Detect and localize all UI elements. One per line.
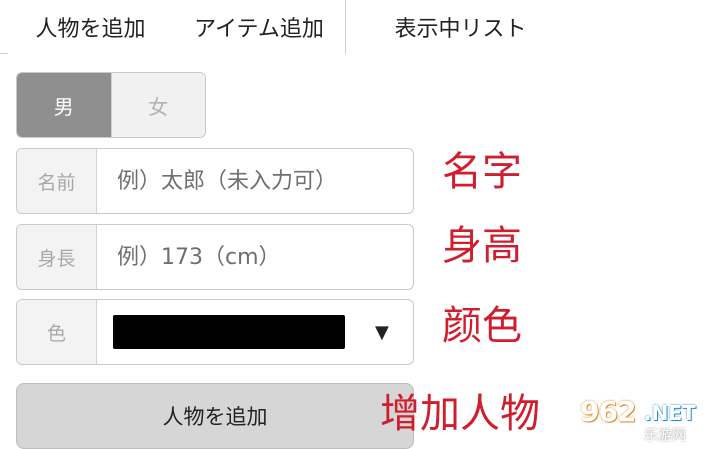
- gender-female-button[interactable]: 女: [110, 73, 205, 137]
- add-person-button-label: 人物を追加: [162, 405, 268, 429]
- height-input-group: 身長: [16, 224, 414, 290]
- watermark-sub: 乐游网: [644, 428, 686, 444]
- tab-displayed-list[interactable]: 表示中リスト: [346, 0, 575, 54]
- gender-female-label: 女: [148, 94, 169, 119]
- add-person-button[interactable]: 人物を追加: [16, 383, 414, 449]
- name-input[interactable]: [117, 168, 413, 194]
- height-input[interactable]: [117, 244, 413, 270]
- annotation-add: 增加人物: [380, 391, 540, 437]
- gender-male-button[interactable]: 男: [17, 73, 111, 137]
- height-field-wrap: [97, 225, 413, 289]
- color-swatch: [113, 315, 345, 349]
- annotation-name: 名字: [442, 149, 522, 195]
- watermark-number: 962: [580, 395, 636, 428]
- tab-label: 人物を追加: [35, 17, 146, 42]
- color-select-group: 色 ▼: [16, 299, 414, 365]
- name-label: 名前: [17, 149, 97, 213]
- annotation-height: 身高: [442, 223, 522, 269]
- tab-bar: 人物を追加 アイテム追加 表示中リスト: [0, 0, 575, 55]
- color-label: 色: [17, 300, 97, 364]
- tab-label: アイテム追加: [194, 17, 324, 42]
- color-select[interactable]: ▼: [97, 300, 413, 364]
- tab-add-person[interactable]: 人物を追加: [8, 0, 173, 55]
- name-field-wrap: [97, 149, 413, 213]
- tab-add-item[interactable]: アイテム追加: [172, 0, 346, 54]
- annotation-color: 颜色: [442, 303, 522, 349]
- watermark-suffix: .NET: [644, 401, 696, 425]
- gender-male-label: 男: [53, 94, 74, 119]
- tab-label: 表示中リスト: [394, 17, 527, 42]
- watermark-logo: 962 .NET 乐游网: [580, 393, 710, 445]
- name-input-group: 名前: [16, 148, 414, 214]
- app-screen: 人物を追加 アイテム追加 表示中リスト 男 女 名前 身長 色 ▼: [0, 0, 715, 449]
- height-label: 身長: [17, 225, 97, 289]
- gender-toggle: 男 女: [16, 72, 206, 138]
- chevron-down-icon: ▼: [375, 321, 389, 343]
